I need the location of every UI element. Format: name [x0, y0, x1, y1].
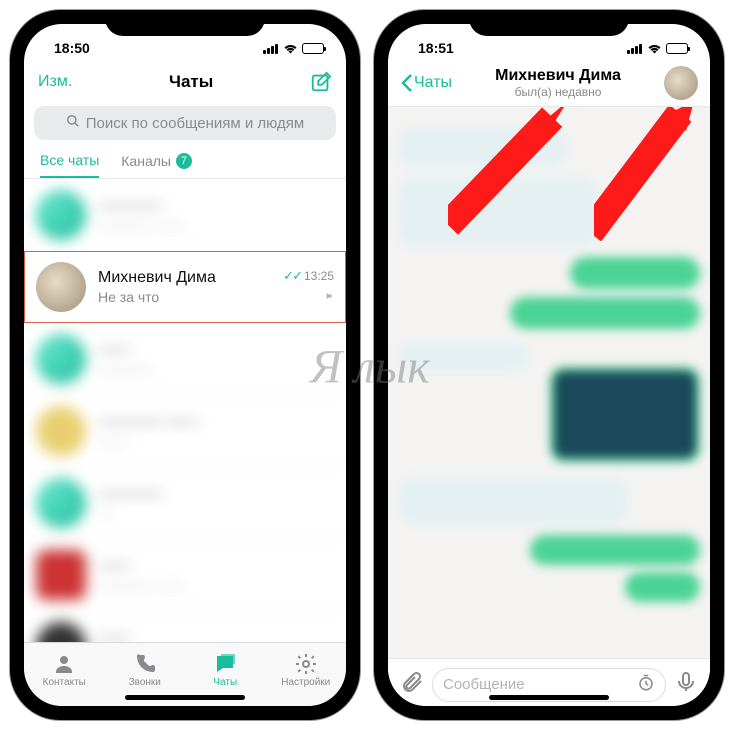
- avatar[interactable]: [664, 66, 698, 100]
- read-checks-icon: ✓✓: [283, 268, 301, 283]
- tabbar-contacts[interactable]: Контакты: [24, 643, 105, 696]
- chat-preview: Не за что: [98, 289, 283, 305]
- pin-icon: [283, 290, 334, 305]
- tab-channels[interactable]: Каналы 7: [121, 152, 192, 178]
- contact-status: был(а) недавно: [452, 85, 664, 99]
- annotation-arrow: [448, 107, 578, 241]
- home-indicator[interactable]: [489, 695, 609, 700]
- nav-header: Изм. Чаты: [24, 62, 346, 102]
- back-button[interactable]: Чаты: [400, 73, 452, 93]
- screen-right: 18:51 Чаты Михневич Дима был(а) недавно: [388, 24, 710, 706]
- tabbar-calls[interactable]: Звонки: [105, 643, 186, 696]
- input-placeholder: Сообщение: [443, 676, 525, 693]
- signal-icon: [263, 43, 279, 54]
- edit-button[interactable]: Изм.: [38, 73, 72, 91]
- chat-meta: ✓✓13:25: [283, 268, 334, 305]
- battery-icon: [666, 43, 688, 54]
- contact-name: Михневич Дима: [452, 67, 664, 85]
- tabbar-calls-label: Звонки: [129, 677, 161, 688]
- page-title: Чаты: [169, 72, 213, 92]
- list-item[interactable]: —————: [24, 467, 346, 539]
- battery-icon: [302, 43, 324, 54]
- notch: [105, 10, 265, 36]
- tabbar-settings[interactable]: Настройки: [266, 643, 347, 696]
- tab-all-chats[interactable]: Все чаты: [40, 152, 99, 178]
- chat-name: Михневич Дима: [98, 269, 283, 287]
- tabbar-chats-label: Чаты: [213, 677, 237, 688]
- status-icons: [263, 43, 324, 54]
- back-label: Чаты: [414, 74, 452, 92]
- search-placeholder: Поиск по сообщениям и людям: [86, 115, 305, 132]
- list-item-highlighted[interactable]: Михневич Дима Не за что ✓✓13:25: [24, 251, 346, 323]
- status-time: 18:51: [418, 40, 454, 56]
- chat-list[interactable]: ———————— —— Михневич Дима Не за что ✓✓13…: [24, 179, 346, 642]
- conversation-title[interactable]: Михневич Дима был(а) недавно: [452, 67, 664, 99]
- home-indicator[interactable]: [125, 695, 245, 700]
- tabbar-chats[interactable]: Чаты: [185, 643, 266, 696]
- message-image[interactable]: [550, 367, 700, 462]
- chat-time: 13:25: [304, 269, 334, 283]
- conversation-header: Чаты Михневич Дима был(а) недавно: [388, 62, 710, 107]
- tabbar-contacts-label: Контакты: [43, 677, 86, 688]
- list-item[interactable]: ———— ————: [24, 395, 346, 467]
- screen-left: 18:50 Изм. Чаты Поиск по сообщени: [24, 24, 346, 706]
- search-input[interactable]: Поиск по сообщениям и людям: [34, 106, 336, 140]
- list-item[interactable]: ———————— ——: [24, 179, 346, 251]
- list-item[interactable]: ———: [24, 611, 346, 642]
- conversation-area[interactable]: [388, 107, 710, 658]
- avatar: [36, 262, 86, 312]
- tab-channels-label: Каналы: [121, 153, 171, 169]
- wifi-icon: [283, 43, 298, 54]
- message-out[interactable]: [570, 257, 700, 289]
- signal-icon: [627, 43, 643, 54]
- phone-left: 18:50 Изм. Чаты Поиск по сообщени: [10, 10, 360, 720]
- message-in[interactable]: [398, 342, 528, 372]
- search-icon: [66, 114, 80, 132]
- compose-button[interactable]: [310, 71, 332, 93]
- wifi-icon: [647, 43, 662, 54]
- message-out[interactable]: [625, 572, 700, 602]
- message-in[interactable]: [398, 477, 628, 525]
- channels-badge: 7: [176, 153, 192, 169]
- annotation-arrow: [594, 107, 710, 241]
- status-time: 18:50: [54, 40, 90, 56]
- tabbar-settings-label: Настройки: [281, 677, 330, 688]
- notch: [469, 10, 629, 36]
- message-out[interactable]: [510, 297, 700, 329]
- tabs: Все чаты Каналы 7: [24, 144, 346, 179]
- message-out[interactable]: [530, 535, 700, 565]
- list-item[interactable]: —————— ——: [24, 539, 346, 611]
- mic-button[interactable]: [674, 670, 698, 699]
- attach-button[interactable]: [400, 670, 424, 699]
- phone-right: 18:51 Чаты Михневич Дима был(а) недавно: [374, 10, 724, 720]
- timer-icon[interactable]: [637, 674, 655, 696]
- list-item[interactable]: ——————: [24, 323, 346, 395]
- status-icons: [627, 43, 688, 54]
